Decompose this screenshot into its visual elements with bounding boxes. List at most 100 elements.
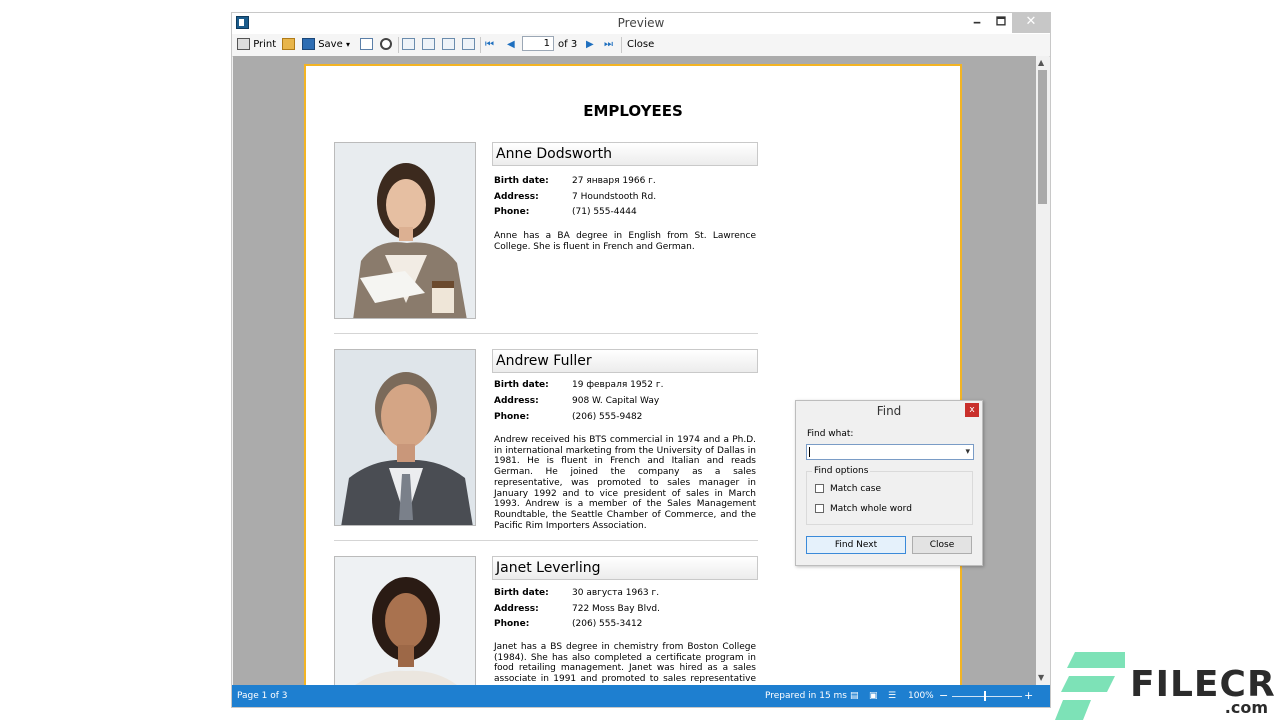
employee-photo xyxy=(334,349,476,526)
open-folder-icon xyxy=(282,38,295,50)
address-value: 908 W. Capital Way xyxy=(572,396,660,406)
zoom-in-button[interactable]: + xyxy=(1024,685,1033,707)
print-label: Print xyxy=(253,39,277,50)
birth-date-value: 19 февраля 1952 г. xyxy=(572,380,664,390)
window-title: Preview xyxy=(617,16,665,30)
toolbar-separator xyxy=(480,37,481,53)
employee-photo xyxy=(334,142,476,319)
zoom-slider[interactable] xyxy=(952,696,1022,697)
address-label: Address: xyxy=(494,192,539,202)
toolbar: Print Save ▾ ⏮ ◀ 1 of 3 ▶ ⏭ Close xyxy=(232,34,1050,57)
next-page-button[interactable]: ▶ xyxy=(586,37,594,53)
page-number-input[interactable]: 1 xyxy=(522,36,554,51)
print-icon xyxy=(237,38,250,50)
preview-area[interactable]: EMPLOYEES Anne Dodsworth Birth date: 27 … xyxy=(233,56,1036,685)
multi-page-view-icon[interactable]: ☰ xyxy=(888,685,896,707)
birth-date-label: Birth date: xyxy=(494,588,549,598)
match-whole-word-checkbox[interactable] xyxy=(815,504,824,513)
edit-icon xyxy=(442,38,455,50)
card-divider xyxy=(334,540,758,541)
employee-photo xyxy=(334,556,476,685)
birth-date-value: 27 января 1966 г. xyxy=(572,176,656,186)
email-button[interactable] xyxy=(360,37,373,53)
watermark-icon xyxy=(462,38,475,50)
edit-button[interactable] xyxy=(442,37,455,53)
window-close-button[interactable]: ✕ xyxy=(1012,13,1050,33)
toolbar-separator xyxy=(398,37,399,53)
match-whole-word-label[interactable]: Match whole word xyxy=(830,504,912,514)
phone-value: (71) 555-4444 xyxy=(572,207,637,217)
phone-value: (206) 555-3412 xyxy=(572,619,643,629)
find-options-label: Find options xyxy=(812,466,871,476)
card-divider xyxy=(334,333,758,334)
prev-page-button[interactable]: ◀ xyxy=(507,37,515,53)
zoom-value: 100% xyxy=(908,691,934,701)
toolbar-close-button[interactable]: Close xyxy=(627,37,654,53)
email-icon xyxy=(360,38,373,50)
page-setup-icon xyxy=(422,38,435,50)
page-count-label: of 3 xyxy=(558,39,578,50)
phone-label: Phone: xyxy=(494,207,530,217)
text-caret xyxy=(809,447,810,457)
match-case-label[interactable]: Match case xyxy=(830,484,881,494)
save-icon xyxy=(302,38,315,50)
zoom-slider-thumb[interactable] xyxy=(984,691,986,701)
birth-date-value: 30 августа 1963 г. xyxy=(572,588,660,598)
save-label: Save xyxy=(318,39,343,50)
save-dropdown-arrow[interactable]: ▾ xyxy=(346,37,350,53)
outline-icon xyxy=(402,38,415,50)
save-button[interactable]: Save xyxy=(302,37,343,53)
find-button[interactable] xyxy=(380,37,392,53)
find-dialog-title: Find xyxy=(876,404,902,418)
employee-name: Andrew Fuller xyxy=(492,349,758,373)
watermark-domain: .com xyxy=(1224,698,1268,717)
first-page-button[interactable]: ⏮ xyxy=(485,37,494,53)
find-next-button[interactable]: Find Next xyxy=(806,536,906,554)
filecr-logo-mark xyxy=(1055,652,1125,720)
birth-date-label: Birth date: xyxy=(494,380,549,390)
find-dialog: Find x Find what: ▾ Find options Match c… xyxy=(795,400,983,566)
toolbar-separator xyxy=(621,37,622,53)
find-options-group: Find options Match case Match whole word xyxy=(806,466,973,525)
print-button[interactable]: Print xyxy=(237,37,276,53)
phone-value: (206) 555-9482 xyxy=(572,412,643,422)
page-setup-button[interactable] xyxy=(422,37,435,53)
phone-label: Phone: xyxy=(494,412,530,422)
vertical-scrollbar[interactable]: ▲ ▼ xyxy=(1036,56,1049,685)
find-what-label: Find what: xyxy=(807,429,854,439)
outline-button[interactable] xyxy=(402,37,415,53)
status-page: Page 1 of 3 xyxy=(237,691,288,701)
title-bar[interactable]: Preview 🗕 🗖 ✕ xyxy=(232,13,1050,34)
watermark-button[interactable] xyxy=(462,37,475,53)
open-button[interactable] xyxy=(282,37,295,53)
address-value: 7 Houndstooth Rd. xyxy=(572,192,657,202)
minimize-button[interactable]: 🗕 xyxy=(964,13,990,33)
phone-label: Phone: xyxy=(494,619,530,629)
find-dialog-close-icon[interactable]: x xyxy=(965,403,979,417)
match-case-checkbox[interactable] xyxy=(815,484,824,493)
chevron-down-icon[interactable]: ▾ xyxy=(965,445,970,459)
maximize-button[interactable]: 🗖 xyxy=(988,13,1014,33)
scroll-up-icon[interactable]: ▲ xyxy=(1038,58,1044,67)
address-label: Address: xyxy=(494,396,539,406)
two-page-view-icon[interactable]: ▣ xyxy=(869,685,878,707)
preview-window: Preview 🗕 🗖 ✕ Print Save ▾ ⏮ ◀ 1 of 3 ▶ … xyxy=(231,12,1051,708)
employee-name: Janet Leverling xyxy=(492,556,758,580)
employee-bio: Janet has a BS degree in chemistry from … xyxy=(494,642,756,685)
address-value: 722 Moss Bay Blvd. xyxy=(572,604,661,614)
single-page-view-icon[interactable]: ▤ xyxy=(850,685,859,707)
watermark: FILECR .com xyxy=(1055,650,1280,720)
scroll-thumb[interactable] xyxy=(1038,70,1047,204)
employee-bio: Andrew received his BTS commercial in 19… xyxy=(494,435,756,531)
report-title: EMPLOYEES xyxy=(583,102,683,120)
scroll-down-icon[interactable]: ▼ xyxy=(1038,673,1044,682)
last-page-button[interactable]: ⏭ xyxy=(604,37,613,53)
zoom-out-button[interactable]: − xyxy=(939,685,948,707)
find-what-input[interactable]: ▾ xyxy=(806,444,974,460)
find-close-button[interactable]: Close xyxy=(912,536,972,554)
employee-name: Anne Dodsworth xyxy=(492,142,758,166)
employee-bio: Anne has a BA degree in English from St.… xyxy=(494,231,756,252)
report-page: EMPLOYEES Anne Dodsworth Birth date: 27 … xyxy=(304,64,962,685)
address-label: Address: xyxy=(494,604,539,614)
birth-date-label: Birth date: xyxy=(494,176,549,186)
